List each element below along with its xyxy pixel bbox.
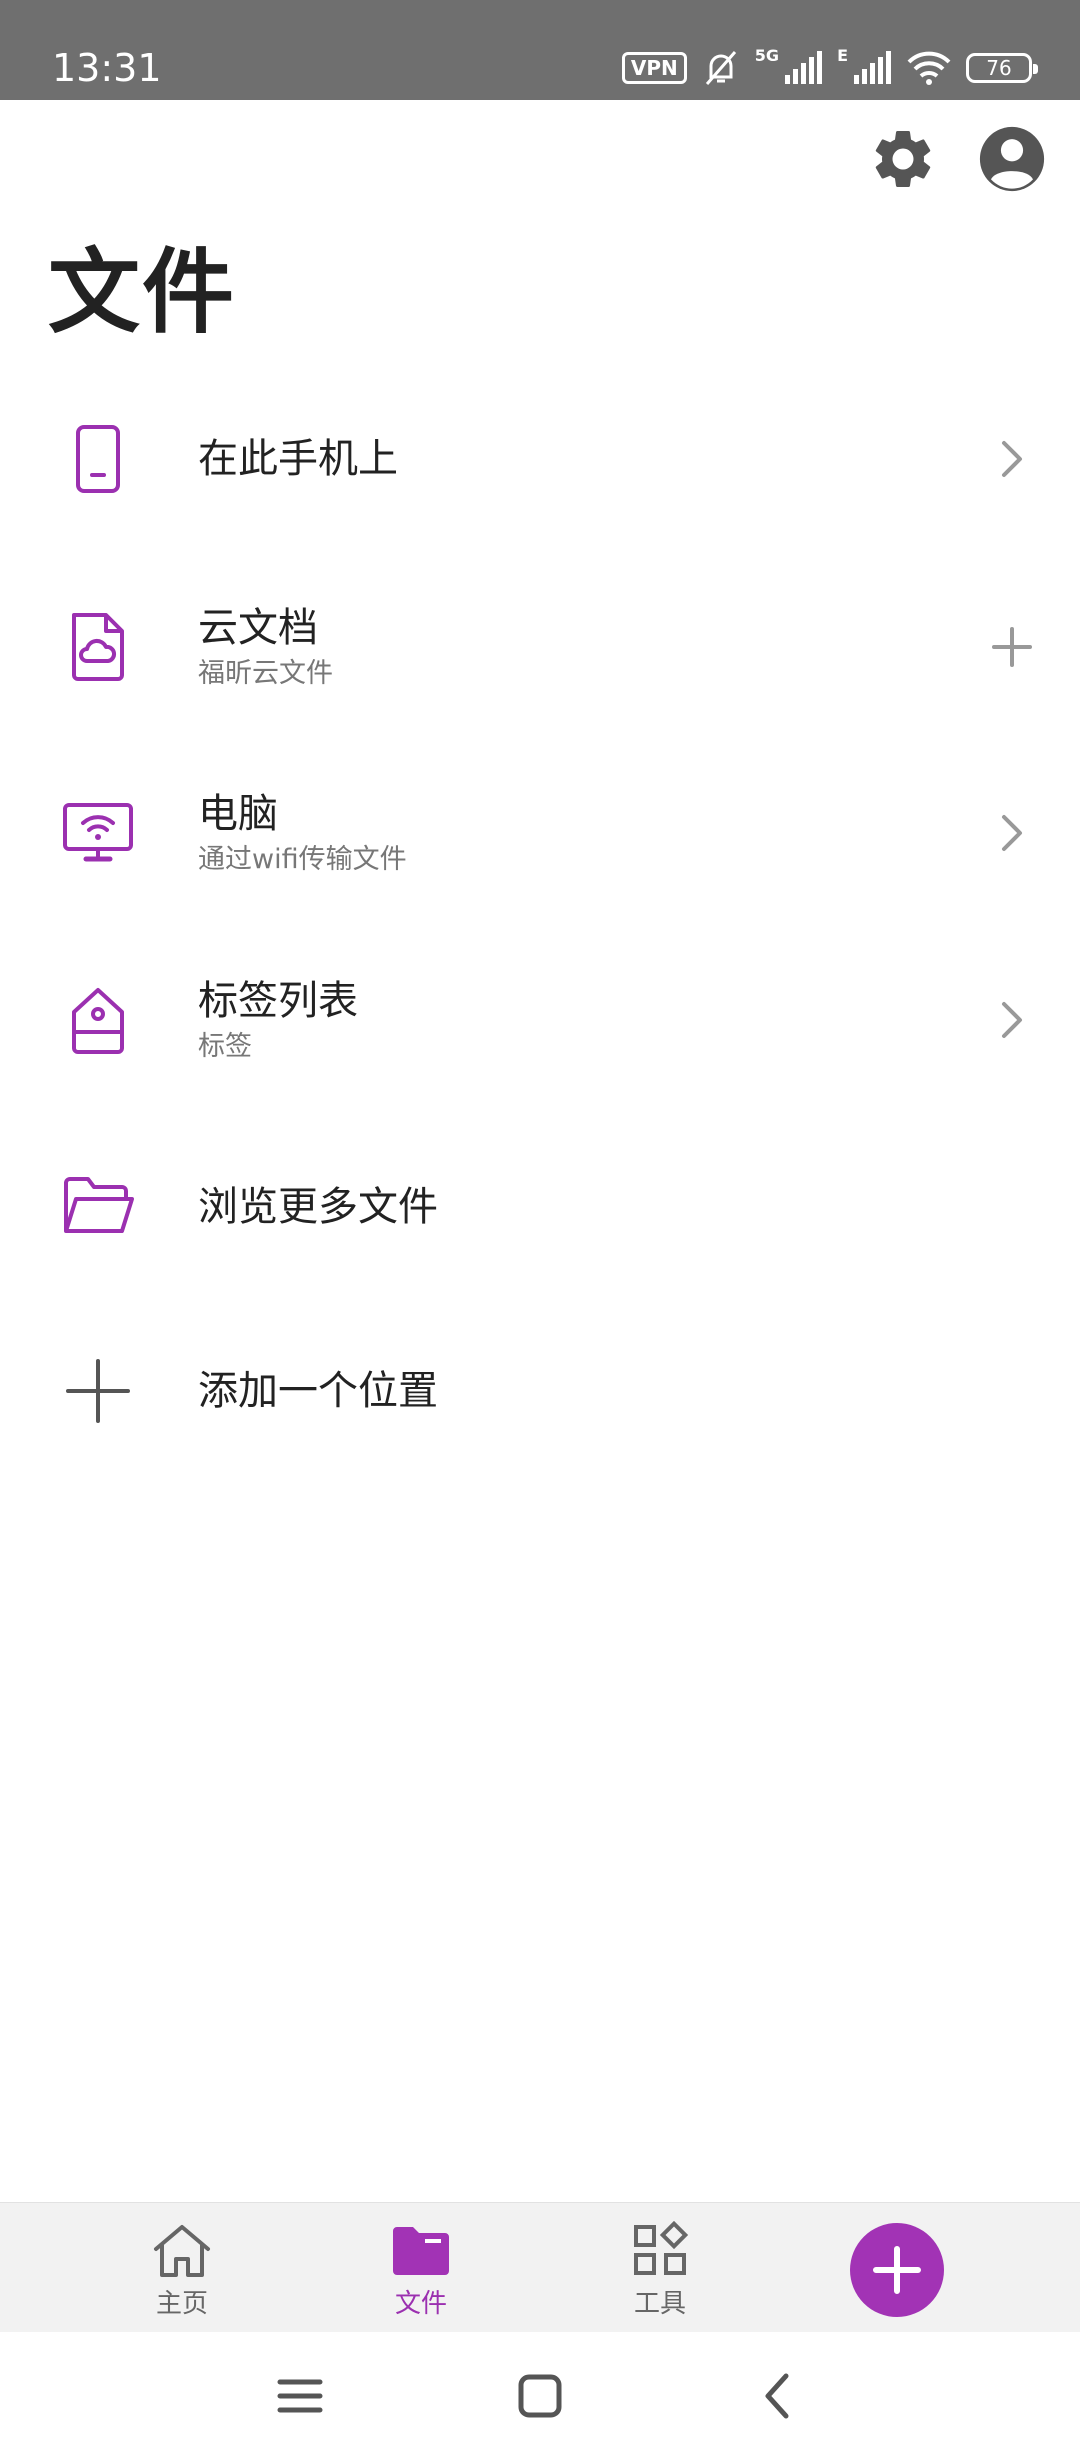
battery-icon: 76 (966, 53, 1038, 83)
bottom-nav: 主页 文件 工具 (0, 2202, 1080, 2333)
location-add[interactable]: 添加一个位置 (0, 1306, 1080, 1476)
network-5g-label: 5G (754, 46, 780, 65)
nav-files[interactable]: 文件 (341, 2221, 501, 2331)
location-title: 标签列表 (198, 978, 358, 1024)
status-bar: 13:31 VPN 5G E 76 (0, 0, 1080, 100)
status-time: 13:31 (52, 46, 162, 90)
back-icon[interactable] (752, 2368, 808, 2424)
location-title: 浏览更多文件 (198, 1184, 438, 1230)
system-nav-bar (0, 2332, 1080, 2460)
nav-home[interactable]: 主页 (102, 2221, 262, 2331)
location-cloud-docs[interactable]: 云文档 福昕云文件 (0, 562, 1080, 732)
account-circle-icon[interactable] (977, 124, 1047, 194)
chevron-right-icon (1002, 815, 1022, 851)
cloud-document-icon (72, 613, 124, 681)
location-title: 电脑 (198, 791, 278, 837)
bell-off-icon (705, 51, 736, 85)
location-subtitle: 标签 (198, 1031, 252, 1062)
location-subtitle: 福昕云文件 (198, 658, 333, 689)
chevron-right-icon (1002, 1002, 1022, 1038)
tag-icon (72, 988, 124, 1054)
location-title: 云文档 (198, 605, 318, 651)
menu-icon[interactable] (272, 2368, 328, 2424)
network-e-label: E (837, 46, 848, 65)
folder-open-icon (64, 1177, 134, 1233)
status-icons: VPN 5G E 76 (621, 44, 1038, 92)
wifi-icon (907, 51, 951, 85)
signal-icon (854, 51, 891, 84)
location-title: 在此手机上 (198, 436, 398, 482)
nav-label: 工具 (633, 2289, 686, 2319)
location-subtitle: 通过wifi传输文件 (198, 844, 407, 875)
phone-icon (76, 425, 120, 493)
location-tag-list[interactable]: 标签列表 标签 (0, 935, 1080, 1105)
location-computer[interactable]: 电脑 通过wifi传输文件 (0, 748, 1080, 918)
add-icon[interactable] (992, 623, 1032, 671)
plus-icon (873, 2246, 921, 2294)
nav-label: 文件 (394, 2289, 447, 2319)
location-this-phone[interactable]: 在此手机上 (0, 374, 1080, 544)
home-icon (154, 2225, 210, 2277)
folder-icon (393, 2227, 449, 2275)
plus-icon (66, 1359, 130, 1423)
location-browse-more[interactable]: 浏览更多文件 (0, 1122, 1080, 1292)
tools-grid-icon (634, 2221, 689, 2275)
wifi-monitor-icon (63, 803, 133, 862)
gear-icon[interactable] (868, 124, 938, 194)
nav-label: 主页 (155, 2289, 208, 2319)
chevron-right-icon (1002, 441, 1022, 477)
location-title: 添加一个位置 (198, 1368, 438, 1414)
vpn-icon: VPN (621, 52, 687, 84)
signal-icon (785, 51, 823, 84)
home-square-icon[interactable] (512, 2368, 568, 2424)
page-title: 文件 (48, 239, 237, 346)
nav-tools[interactable]: 工具 (580, 2221, 740, 2331)
create-fab-button[interactable] (850, 2223, 944, 2317)
